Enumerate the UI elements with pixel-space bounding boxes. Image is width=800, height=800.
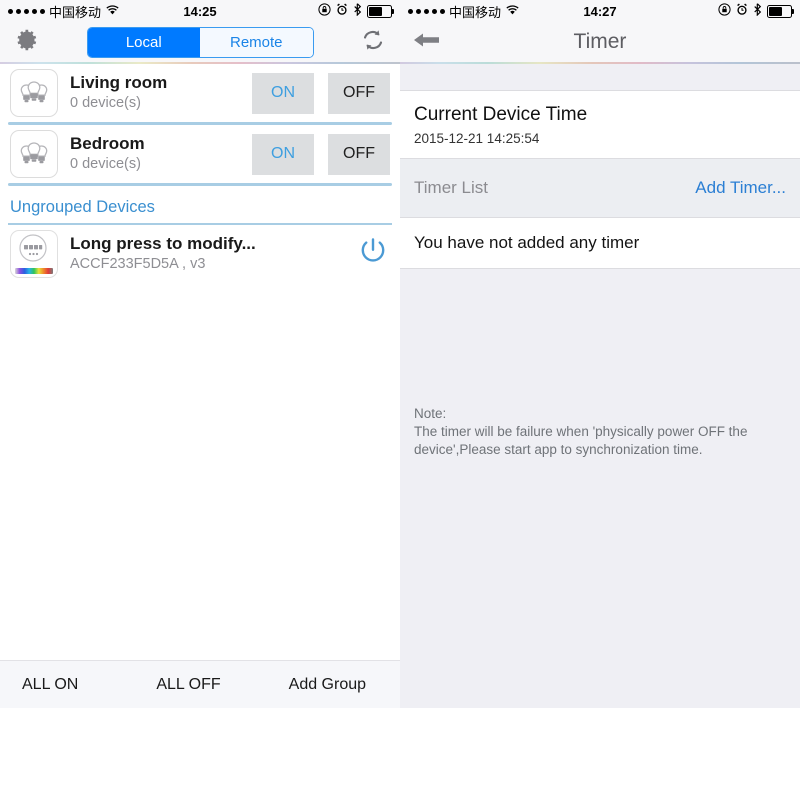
- note-line-2: device',Please start app to synchronizat…: [414, 442, 703, 457]
- group-text: Bedroom 0 device(s): [70, 134, 252, 174]
- status-right-group: [318, 3, 394, 19]
- group-row-bedroom[interactable]: Bedroom 0 device(s) ON OFF: [0, 125, 400, 183]
- add-timer-button[interactable]: Add Timer...: [695, 178, 786, 198]
- current-time-value: 2015-12-21 14:25:54: [414, 131, 540, 146]
- status-right-group: [718, 3, 794, 19]
- group-device-count: 0 device(s): [70, 95, 141, 111]
- group-name: Bedroom: [70, 134, 145, 153]
- left-nav-bar: Local Remote: [0, 22, 400, 62]
- back-button[interactable]: [410, 25, 444, 59]
- note-block: Note: The timer will be failure when 'ph…: [400, 405, 800, 459]
- timer-list-label: Timer List: [414, 178, 488, 197]
- device-power-button[interactable]: [356, 237, 390, 271]
- rgb-bulb-icon: [10, 230, 58, 278]
- group-name: Living room: [70, 73, 168, 92]
- right-status-bar: 中国移动 14:27: [400, 0, 800, 22]
- group-on-button[interactable]: ON: [252, 133, 314, 175]
- right-phone-screen: 中国移动 14:27 Timer Current Device Time 201…: [400, 0, 800, 708]
- bluetooth-icon: [353, 3, 362, 19]
- note-line-1: The timer will be failure when 'physical…: [414, 424, 748, 439]
- right-rainbow-divider: [400, 62, 800, 64]
- refresh-button[interactable]: [356, 25, 390, 59]
- group-on-button[interactable]: ON: [252, 72, 314, 114]
- device-name: Long press to modify...: [70, 234, 256, 253]
- group-off-button[interactable]: OFF: [328, 133, 390, 175]
- battery-icon: [767, 4, 794, 18]
- segment-local[interactable]: Local: [87, 27, 200, 57]
- group-text: Living room 0 device(s): [70, 73, 252, 113]
- device-text: Long press to modify... ACCF233F5D5A , v…: [70, 234, 356, 274]
- refresh-icon: [359, 26, 387, 59]
- bulbs-icon: [10, 130, 58, 178]
- device-row[interactable]: Long press to modify... ACCF233F5D5A , v…: [0, 225, 400, 283]
- bulbs-icon: [10, 69, 58, 117]
- battery-icon: [367, 4, 394, 18]
- rotation-lock-icon: [718, 3, 731, 19]
- timer-empty-message: You have not added any timer: [400, 217, 800, 269]
- group-controls: ON OFF: [252, 133, 390, 175]
- rgb-strip: [15, 268, 53, 274]
- device-mac: ACCF233F5D5A , v3: [70, 256, 206, 272]
- local-remote-segmented-control[interactable]: Local Remote: [86, 26, 314, 58]
- gear-icon: [14, 27, 40, 58]
- back-arrow-icon: [412, 29, 442, 56]
- group-off-button[interactable]: OFF: [328, 72, 390, 114]
- alarm-clock-icon: [736, 3, 748, 19]
- all-off-button[interactable]: ALL OFF: [156, 676, 220, 694]
- right-nav-bar: Timer: [400, 22, 800, 62]
- alarm-clock-icon: [336, 3, 348, 19]
- current-device-time-cell: Current Device Time 2015-12-21 14:25:54: [400, 90, 800, 159]
- page-title: Timer: [573, 30, 627, 53]
- dual-screenshot: 中国移动 14:25 Local Remote Living room 0 de…: [0, 0, 800, 708]
- all-on-button[interactable]: ALL ON: [22, 676, 78, 694]
- rotation-lock-icon: [318, 3, 331, 19]
- left-rainbow-divider: [0, 62, 400, 64]
- ungrouped-devices-header: Ungrouped Devices: [0, 186, 400, 223]
- timer-list-header: Timer List Add Timer...: [400, 159, 800, 217]
- settings-button[interactable]: [10, 25, 44, 59]
- group-row-living-room[interactable]: Living room 0 device(s) ON OFF: [0, 64, 400, 122]
- left-phone-screen: 中国移动 14:25 Local Remote Living room 0 de…: [0, 0, 400, 708]
- left-bottom-toolbar: ALL ON ALL OFF Add Group: [0, 660, 400, 708]
- gray-gap-top: [400, 64, 800, 90]
- note-heading: Note:: [414, 406, 447, 421]
- group-controls: ON OFF: [252, 72, 390, 114]
- power-icon: [354, 233, 392, 276]
- current-time-label: Current Device Time: [414, 104, 588, 125]
- segment-remote[interactable]: Remote: [200, 27, 313, 57]
- bluetooth-icon: [753, 3, 762, 19]
- add-group-button[interactable]: Add Group: [289, 676, 366, 694]
- group-device-count: 0 device(s): [70, 156, 141, 172]
- left-status-bar: 中国移动 14:25: [0, 0, 400, 22]
